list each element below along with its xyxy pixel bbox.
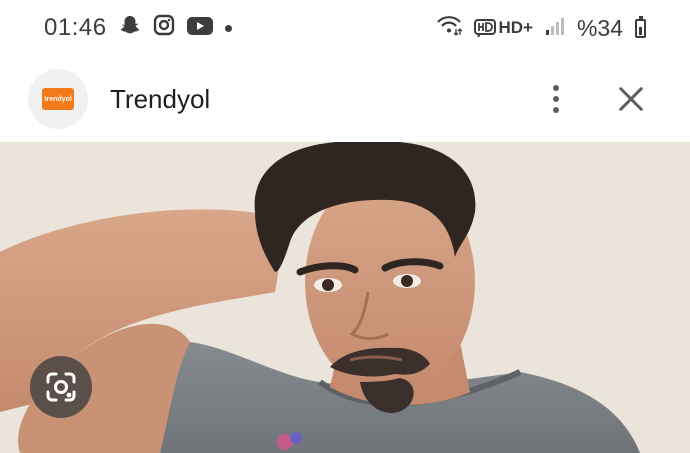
youtube-icon (186, 15, 213, 42)
snapchat-icon (119, 14, 141, 42)
more-vert-icon[interactable] (544, 85, 568, 113)
app-header: trendyol Trendyol (0, 56, 690, 142)
hd-plus-indicator: HD+ (474, 18, 533, 38)
battery-percent: %34 (576, 14, 623, 41)
app-title: Trendyol (110, 83, 211, 114)
photo-illustration (0, 142, 690, 453)
status-right: HD+ %34 (436, 14, 646, 42)
close-icon[interactable] (616, 84, 646, 114)
google-lens-icon[interactable] (30, 356, 92, 418)
status-bar: 01:46 HD+ %34 (0, 0, 690, 56)
app-logo[interactable]: trendyol (28, 69, 88, 129)
wifi-icon (436, 14, 463, 42)
signal-icon (545, 15, 565, 42)
status-time: 01:46 (44, 14, 107, 41)
header-actions (544, 84, 662, 114)
trendyol-logo: trendyol (42, 88, 74, 110)
product-image[interactable] (0, 142, 690, 453)
instagram-icon (153, 14, 175, 42)
status-left: 01:46 (44, 14, 232, 42)
notification-dot (224, 24, 232, 32)
battery-icon (635, 15, 646, 38)
network-label: HD+ (498, 18, 533, 37)
